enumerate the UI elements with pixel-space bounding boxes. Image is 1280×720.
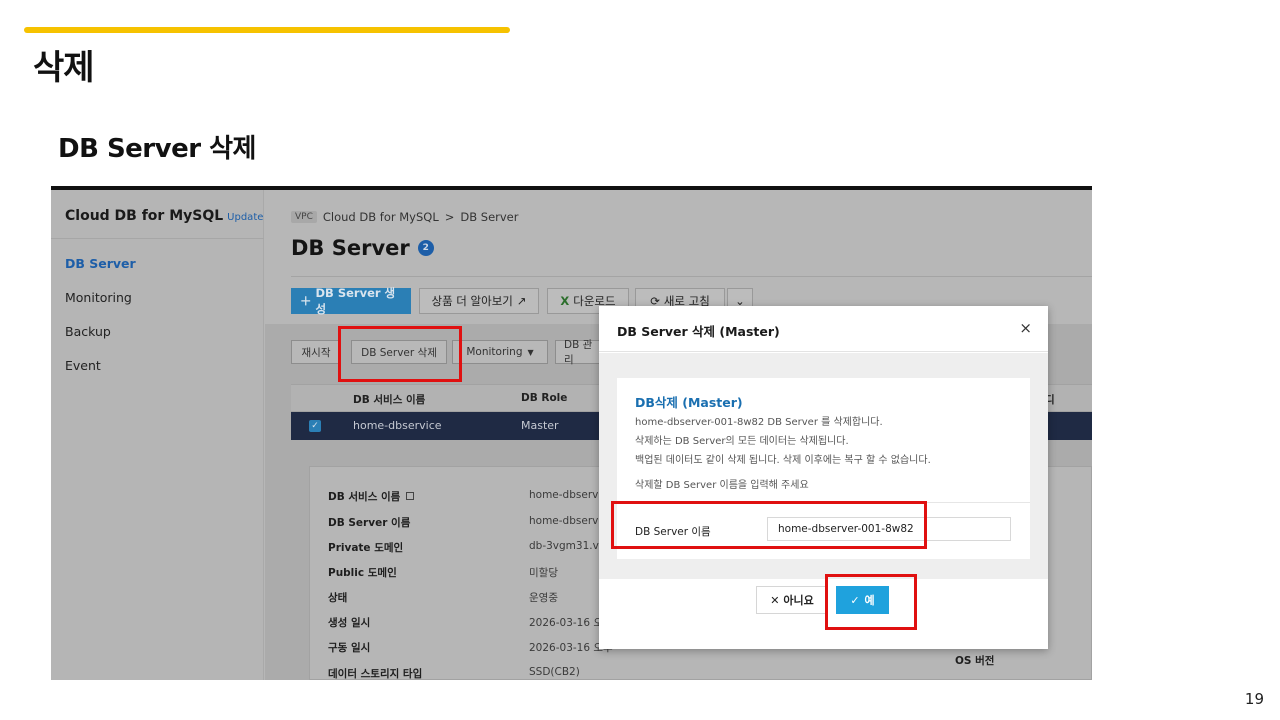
- sidebar-item-monitoring[interactable]: Monitoring: [65, 290, 132, 305]
- sidebar-item-backup[interactable]: Backup: [65, 324, 111, 339]
- db-manage-dropdown[interactable]: DB 관리: [555, 339, 605, 366]
- check-icon: ✓: [850, 593, 860, 607]
- console-screenshot: Cloud DB for MySQL Update DB Server Monit…: [51, 186, 1092, 680]
- row-checkbox[interactable]: ✓: [309, 420, 321, 432]
- sidebar-item-db-server[interactable]: DB Server: [65, 256, 136, 271]
- learn-more-label: 상품 더 알아보기: [431, 294, 513, 308]
- server-name-input[interactable]: [767, 517, 1011, 541]
- confirm-prompt: 삭제할 DB Server 이름을 입력해 주세요: [635, 480, 809, 491]
- column-db-service-name: DB 서비스 이름: [353, 394, 426, 406]
- breadcrumb-separator: >: [444, 210, 455, 224]
- yes-button-label: 예: [864, 594, 875, 607]
- monitoring-dropdown[interactable]: Monitoring ▼: [452, 340, 548, 364]
- detail-value: 미할당: [529, 567, 558, 579]
- detail-value: SSD(CB2): [529, 666, 580, 678]
- detail-label: 상태: [328, 592, 348, 604]
- page-title-text: DB Server: [291, 236, 410, 260]
- create-db-server-label: DB Server 생성: [315, 286, 396, 316]
- main-content: VPC Cloud DB for MySQL > DB Server DB Se…: [265, 190, 1092, 680]
- os-version-label: OS 버전: [955, 655, 995, 667]
- detail-label: 데이터 스토리지 타입: [328, 668, 423, 680]
- sidebar-product-name: Cloud DB for MySQL: [65, 208, 224, 224]
- title-accent-bar: [24, 27, 510, 33]
- detail-label: DB Server 이름: [328, 517, 411, 529]
- modal-header: DB Server 삭제 (Master) ×: [599, 306, 1048, 352]
- delete-info-panel: DB삭제 (Master) home-dbserver-001-8w82 DB …: [617, 378, 1030, 559]
- no-button-label: 아니요: [783, 594, 814, 607]
- delete-db-server-button[interactable]: DB Server 삭제: [351, 340, 447, 364]
- slide-subtitle: DB Server 삭제: [58, 134, 256, 164]
- header-divider: [291, 276, 1092, 277]
- warning-line: home-dbserver-001-8w82 DB Server 를 삭제합니다…: [635, 417, 883, 428]
- sidebar-title: Cloud DB for MySQL Update: [65, 208, 263, 224]
- yes-button[interactable]: ✓ 예: [836, 586, 889, 614]
- x-icon: ✕: [770, 593, 780, 607]
- detail-label: Private 도메인: [328, 542, 404, 554]
- detail-value: home-dbservic: [529, 489, 608, 501]
- page-title: DB Server 2: [291, 236, 434, 260]
- warning-line: 삭제하는 DB Server의 모든 데이터는 삭제됩니다.: [635, 436, 849, 447]
- server-name-label: DB Server 이름: [635, 526, 711, 538]
- create-db-server-button[interactable]: ＋ DB Server 생성: [291, 286, 411, 316]
- breadcrumb: VPC Cloud DB for MySQL > DB Server: [291, 210, 519, 224]
- delete-modal: DB Server 삭제 (Master) × DB삭제 (Master) ho…: [599, 306, 1048, 649]
- sidebar-divider: [51, 238, 264, 239]
- excel-icon: X: [560, 294, 570, 308]
- slide-title: 삭제: [33, 48, 95, 88]
- panel-title: DB삭제 (Master): [635, 395, 743, 410]
- sidebar-item-event[interactable]: Event: [65, 358, 101, 373]
- no-button[interactable]: ✕ 아니요: [756, 586, 828, 614]
- server-count-badge: 2: [417, 240, 434, 256]
- detail-label-text: DB 서비스 이름: [328, 491, 401, 503]
- detail-value: home-dbserver: [529, 515, 610, 527]
- monitoring-label: Monitoring: [466, 346, 523, 358]
- caret-down-icon: ▼: [527, 347, 534, 357]
- page-number: 19: [1244, 690, 1264, 708]
- external-link-icon: ↗: [516, 294, 527, 308]
- panel-divider: [617, 502, 1030, 503]
- breadcrumb-product[interactable]: Cloud DB for MySQL: [323, 210, 439, 224]
- close-icon[interactable]: ×: [1019, 319, 1032, 337]
- update-link[interactable]: Update: [227, 212, 263, 223]
- breadcrumb-current: DB Server: [460, 210, 519, 224]
- copy-icon[interactable]: [406, 492, 415, 500]
- detail-label: 구동 일시: [328, 642, 371, 654]
- row-db-service-name: home-dbservice: [353, 419, 442, 432]
- detail-value: 운영중: [529, 592, 558, 604]
- plus-icon: ＋: [300, 294, 312, 308]
- restart-button[interactable]: 재시작: [291, 340, 341, 364]
- modal-title: DB Server 삭제 (Master): [617, 324, 780, 339]
- detail-label: 생성 일시: [328, 617, 371, 629]
- column-db-role: DB Role: [521, 392, 568, 404]
- row-db-role: Master: [521, 419, 559, 432]
- sidebar: Cloud DB for MySQL Update DB Server Monit…: [51, 190, 264, 680]
- modal-body: DB삭제 (Master) home-dbserver-001-8w82 DB …: [599, 353, 1048, 579]
- vpc-tag: VPC: [291, 211, 317, 223]
- detail-label: Public 도메인: [328, 567, 397, 579]
- learn-more-button[interactable]: 상품 더 알아보기 ↗: [419, 288, 539, 314]
- detail-label: DB 서비스 이름: [328, 489, 415, 504]
- warning-line: 백업된 데이터도 같이 삭제 됩니다. 삭제 이후에는 복구 할 수 없습니다.: [635, 455, 931, 466]
